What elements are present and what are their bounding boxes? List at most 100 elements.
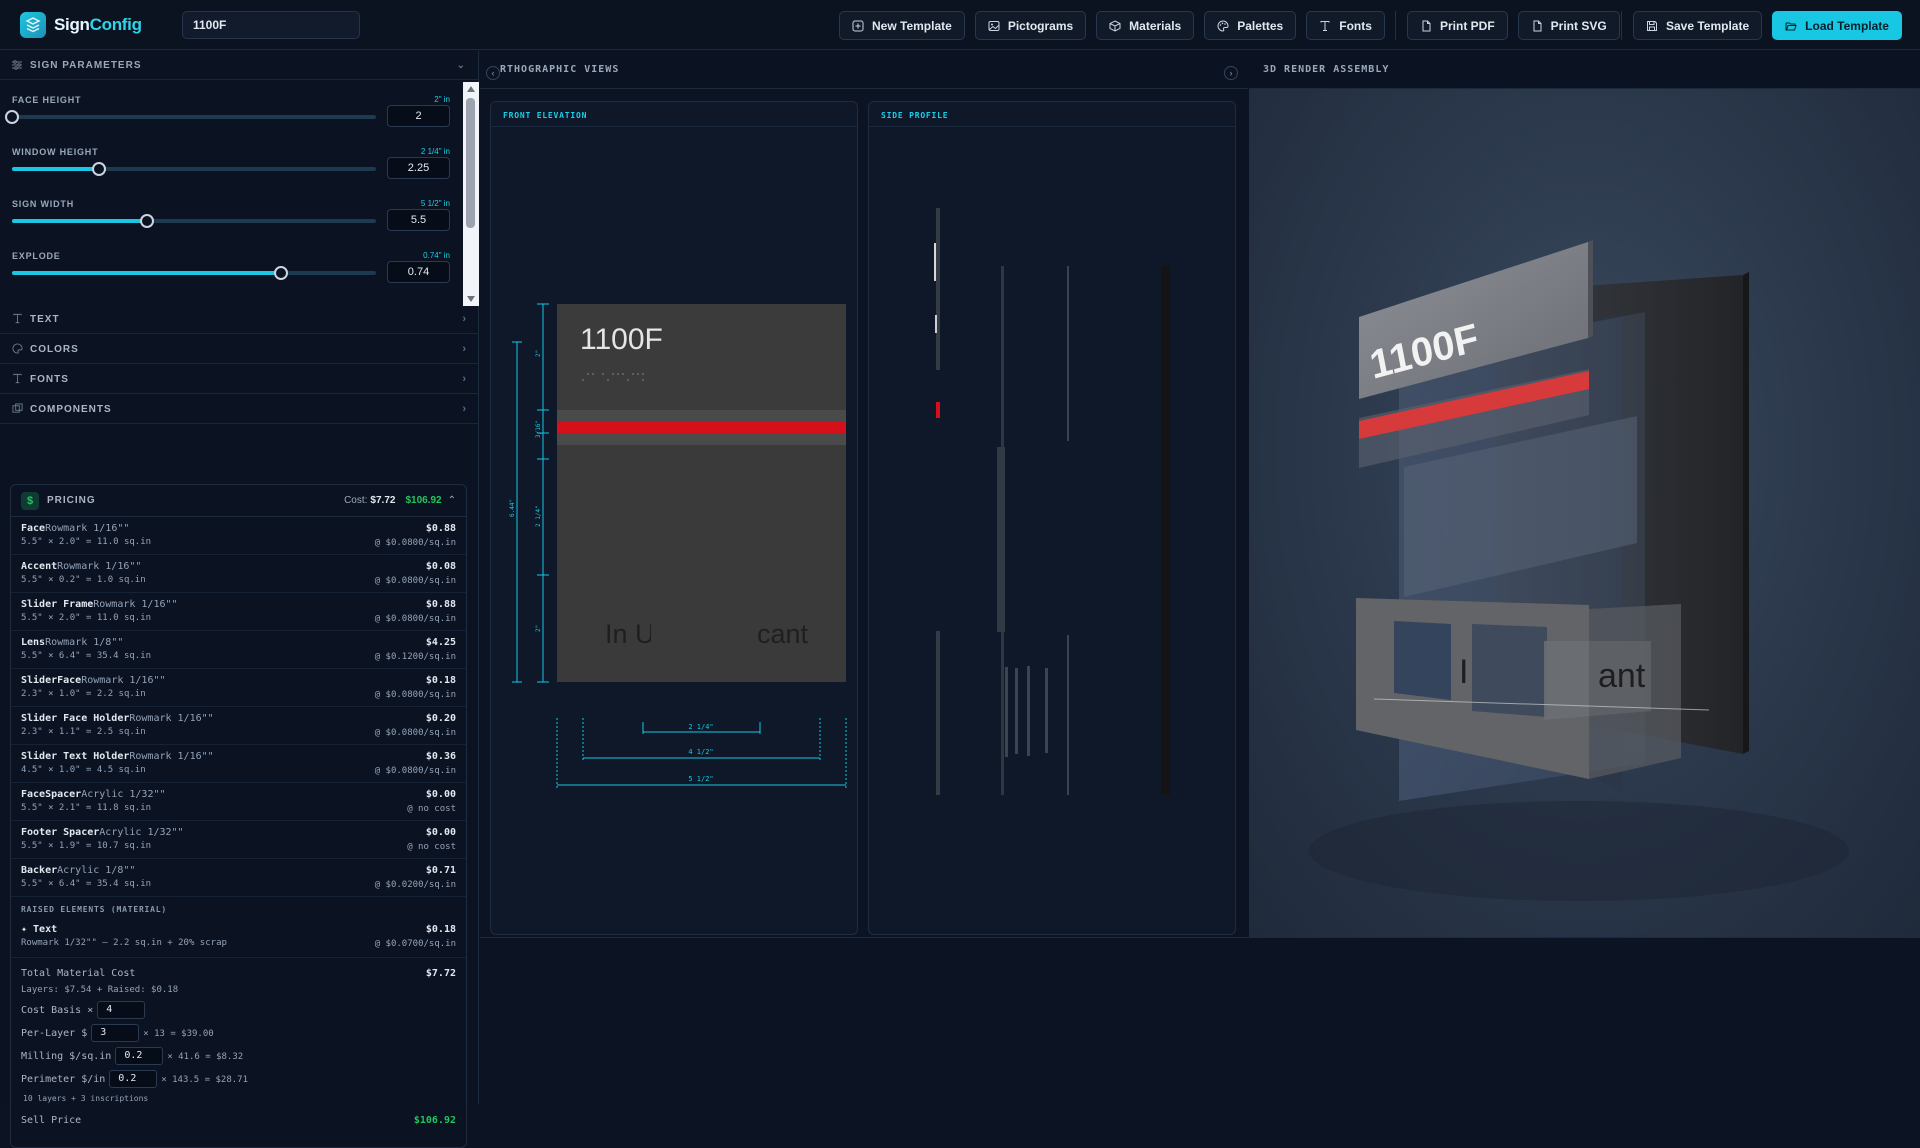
perimeter-input[interactable]: 0.2 (109, 1070, 158, 1088)
item-material: Rowmark 1/16"" (129, 751, 214, 762)
param-explode: EXPLODE 0.74" in 0.74 (12, 251, 450, 283)
item-rate: @ no cost (407, 842, 456, 852)
chevron-right-icon: › (462, 403, 467, 415)
box-icon (1109, 19, 1121, 32)
section-fonts[interactable]: FONTS › (0, 365, 479, 394)
raised-amount: $0.18 (425, 924, 456, 935)
param-face-height: FACE HEIGHT 2" in 2 (5, 95, 450, 127)
slider-mask (651, 617, 745, 653)
pictograms-label: Pictograms (1007, 18, 1074, 33)
plus-square-icon (852, 20, 864, 32)
logo: SignConfig (20, 11, 182, 38)
item-name: Slider Frame (21, 599, 94, 610)
palettes-button[interactable]: Palettes (1204, 11, 1297, 40)
per-layer-calc: × 13 = $39.00 (143, 1029, 214, 1039)
toolbar-divider (1395, 11, 1396, 40)
pricing-item-name: BackerAcrylic 1/8"" (21, 865, 456, 876)
pricing-row: Slider FrameRowmark 1/16"" 5.5" × 2.0" = … (11, 593, 466, 631)
per-layer-input[interactable]: 3 (91, 1024, 140, 1042)
slider-thumb[interactable] (139, 214, 154, 228)
pricing-panel: $ PRICING Cost: $7.72 $106.92 ⌃ FaceRowmark… (10, 484, 467, 1148)
pricing-row: FaceRowmark 1/16"" 5.5" × 2.0" = 11.0 sq.… (11, 517, 466, 555)
scroll-up-arrow[interactable] (467, 86, 475, 92)
param-label: SIGN WIDTH (12, 199, 74, 209)
section-text[interactable]: TEXT › (0, 305, 479, 334)
milling-input[interactable]: 0.2 (115, 1047, 164, 1065)
svg-text:5 1/2": 5 1/2" (688, 775, 713, 783)
logo-icon (20, 11, 46, 38)
face-height-slider[interactable] (5, 110, 376, 124)
template-name-input[interactable]: 1100F (182, 10, 360, 39)
pricing-item-name: Footer SpacerAcrylic 1/32"" (21, 827, 456, 838)
pictograms-button[interactable]: Pictograms (974, 11, 1087, 40)
layers-icon (12, 403, 24, 415)
window-height-input[interactable]: 2.25 (387, 157, 450, 179)
section-components[interactable]: COMPONENTS › (0, 395, 479, 424)
item-name: SliderFace (21, 675, 82, 686)
item-amount: $0.36 (425, 751, 456, 762)
render-3d-scene[interactable]: 1100F I ant (1249, 51, 1920, 937)
scroll-thumb[interactable] (466, 98, 475, 228)
item-amount: $0.08 (425, 561, 456, 572)
print-svg-button[interactable]: Print SVG (1517, 11, 1620, 40)
section-text-title: TEXT (30, 313, 60, 325)
pricing-row: Slider Face HolderRowmark 1/16"" 2.3" × 1… (11, 707, 466, 745)
save-template-button[interactable]: Save Template (1633, 11, 1763, 40)
new-template-button[interactable]: New Template (839, 11, 965, 40)
pricing-item-name: FaceSpacerAcrylic 1/32"" (21, 789, 456, 800)
section-colors[interactable]: COLORS › (0, 335, 479, 364)
sign-width-input[interactable]: 5.5 (387, 209, 450, 231)
print-pdf-label: Print PDF (1440, 18, 1495, 33)
brand-name-accent: Config (89, 14, 142, 34)
image-icon (988, 20, 1000, 32)
raised-rate: @ $0.0700/sq.in (374, 939, 456, 949)
params-scrollbar[interactable] (463, 82, 479, 306)
sign-width-slider[interactable] (12, 214, 376, 228)
face-spacer (557, 410, 846, 422)
item-amount: $0.71 (425, 865, 456, 876)
item-amount: $0.00 (425, 827, 456, 838)
slider-thumb[interactable] (92, 162, 107, 176)
materials-button[interactable]: Materials (1096, 11, 1195, 40)
toolbar-divider (1621, 11, 1622, 40)
sell-price-label: Sell Price (21, 1115, 82, 1126)
item-material: Acrylic 1/8"" (57, 865, 136, 876)
ortho-header: RTHOGRAPHIC VIEWS (480, 51, 1248, 89)
item-name: Backer (21, 865, 58, 876)
render-3d-panel[interactable]: 3D RENDER ASSEMBLY 1100F I ant (1249, 51, 1920, 937)
cost-value: $7.72 (370, 495, 396, 506)
pricing-header[interactable]: $ PRICING Cost: $7.72 $106.92 ⌃ (11, 485, 466, 517)
window-height-slider[interactable] (12, 162, 376, 176)
load-template-label: Load Template (1805, 18, 1889, 33)
item-name: Footer Spacer (21, 827, 100, 838)
chevron-left-icon[interactable]: ‹ (486, 66, 500, 80)
fonts-button[interactable]: Fonts (1306, 11, 1385, 40)
slider-thumb[interactable] (274, 266, 289, 280)
explode-input[interactable]: 0.74 (387, 261, 450, 283)
load-template-button[interactable]: Load Template (1772, 11, 1902, 40)
section-fonts-title: FONTS (30, 373, 69, 385)
item-rate: @ $0.0800/sq.in (374, 614, 456, 624)
materials-label: Materials (1129, 18, 1182, 33)
item-amount: $0.00 (425, 789, 456, 800)
palette-icon (1217, 19, 1229, 32)
face-height-input[interactable]: 2 (387, 105, 450, 127)
sign-parameters-header[interactable]: SIGN PARAMETERS ⌄ (0, 51, 478, 80)
item-name: Slider Face Holder (21, 713, 130, 724)
param-display: 2" in (434, 95, 450, 104)
print-pdf-button[interactable]: Print PDF (1407, 11, 1508, 40)
scroll-down-arrow[interactable] (467, 296, 475, 302)
explode-slider[interactable] (12, 266, 376, 280)
side-profile-drawing (934, 208, 1170, 795)
new-template-label: New Template (872, 18, 952, 33)
param-display: 2 1/4" in (420, 147, 450, 156)
layers-breakdown: Layers: $7.54 + Raised: $0.18 (21, 985, 179, 995)
pricing-title: PRICING (47, 495, 96, 506)
vertical-dimensions (512, 303, 549, 683)
brand-name: Sign (54, 14, 90, 34)
folder-open-icon (1785, 20, 1797, 32)
cost-basis-input[interactable]: 4 (97, 1001, 146, 1019)
slider-thumb[interactable] (5, 110, 19, 124)
pricing-row: BackerAcrylic 1/8"" 5.5" × 6.4" = 35.4 sq… (11, 859, 466, 897)
chevron-right-icon[interactable]: › (1224, 66, 1238, 80)
